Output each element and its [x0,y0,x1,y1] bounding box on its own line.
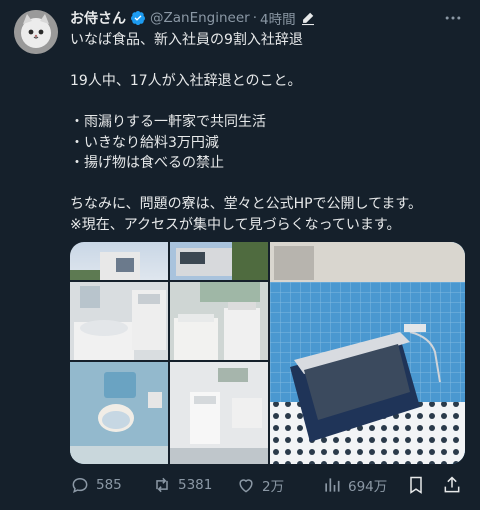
share-button[interactable] [442,470,468,500]
avatar[interactable] [14,10,58,54]
tweet-header: お侍さん @ZanEngineer · 4時間 [70,8,316,28]
tweet-line: ちなみに、問題の寮は、堂々と公式HPで公開してます。 [70,196,423,212]
tweet-text: いなば食品、新入社員の9割入社辞退 19人中、17人が入社辞退とのこと。 ・雨漏… [70,30,470,235]
photo-exterior[interactable] [70,242,168,280]
tweet-line: ・雨漏りする一軒家で共同生活 [70,114,266,130]
timestamp[interactable]: 4時間 [260,8,296,28]
reply-icon [72,477,88,494]
reply-count: 585 [96,477,122,493]
like-count: 2万 [262,479,285,495]
photo-bathroom[interactable] [270,242,465,464]
verified-badge-icon [131,11,145,26]
media-grid [70,242,465,464]
tweet-line: ・いきなり給料3万円減 [70,134,219,151]
separator: · [252,10,257,26]
tweet-line: 19人中、17人が入社辞退とのこと。 [70,73,302,89]
photo-washroom[interactable] [170,282,268,360]
repost-icon [156,477,168,493]
photo-washing-machine[interactable] [170,362,268,464]
tweet-line [70,92,470,113]
tweet-line: ・揚げ物は食べるの禁止 [70,155,224,171]
like-button[interactable]: 2万 [236,470,284,500]
repost-count: 5381 [178,477,213,493]
tweet-line [70,51,470,72]
like-icon [239,479,253,493]
share-icon [444,476,460,493]
author-handle[interactable]: @ZanEngineer [150,10,250,26]
more-icon [445,16,461,20]
views-button[interactable]: 694万 [322,470,387,500]
more-button[interactable] [440,8,466,28]
cat-avatar-icon [14,10,58,54]
repost-button[interactable]: 5381 [152,470,212,500]
views-icon [325,478,340,492]
bookmark-icon [410,476,422,494]
tweet-line: ※現在、アクセスが集中して見づらくなっています。 [70,216,401,233]
reply-button[interactable]: 585 [70,470,122,500]
photo-sink[interactable] [70,282,168,360]
photo-van[interactable] [170,242,268,280]
views-count: 694万 [348,479,388,495]
edit-icon[interactable] [300,10,316,26]
photo-toilet[interactable] [70,362,168,464]
bookmark-button[interactable] [406,470,432,500]
tweet-line: いなば食品、新入社員の9割入社辞退 [70,32,303,48]
tweet-line [70,174,470,195]
action-bar: 585 5381 2万 694万 [70,470,470,500]
author-name[interactable]: お侍さん [70,8,126,28]
